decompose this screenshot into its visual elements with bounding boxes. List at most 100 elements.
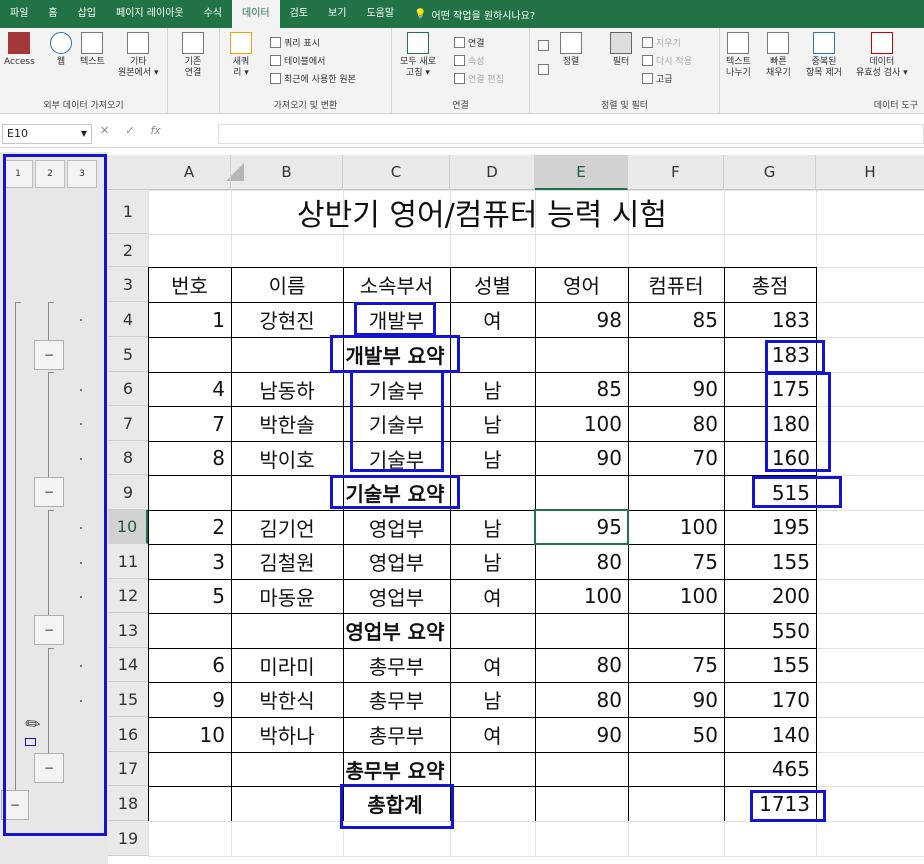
cell-G17[interactable]: 465	[724, 752, 816, 786]
cell-A12[interactable]: 5	[148, 579, 231, 613]
cell-D7[interactable]: 남	[450, 406, 535, 441]
edit-links-button[interactable]: 연결 편집	[454, 72, 504, 85]
cell-C10[interactable]: 영업부	[343, 510, 450, 544]
cell-B11[interactable]: 김철원	[231, 544, 343, 579]
cell-G4[interactable]: 183	[724, 302, 816, 337]
cell-A15[interactable]: 9	[148, 682, 231, 717]
cell-B14[interactable]: 미라미	[231, 648, 343, 682]
flash-fill-button[interactable]: 빠른 채우기	[766, 32, 791, 79]
header-english[interactable]: 영어	[535, 267, 628, 302]
row-header-8[interactable]: 8	[108, 441, 148, 475]
from-table-button[interactable]: 테이블에서	[270, 54, 325, 67]
cell-B16[interactable]: 박하나	[231, 717, 343, 752]
web-button[interactable]: 웹	[50, 32, 72, 68]
row-header-11[interactable]: 11	[108, 544, 148, 579]
row-header-16[interactable]: 16	[108, 717, 148, 752]
row-header-2[interactable]: 2	[108, 234, 148, 267]
properties-button[interactable]: 속성	[454, 54, 485, 67]
column-header-C[interactable]: C	[343, 155, 450, 190]
cell-D10[interactable]: 남	[450, 510, 535, 544]
cell-C15[interactable]: 총무부	[343, 682, 450, 717]
cell-F10[interactable]: 100	[628, 510, 724, 544]
row-header-10[interactable]: 10	[108, 510, 148, 544]
cell-A14[interactable]: 6	[148, 648, 231, 682]
sort-button[interactable]: 정렬	[560, 32, 582, 68]
recent-sources-button[interactable]: 최근에 사용한 원본	[270, 72, 356, 85]
cell-D8[interactable]: 남	[450, 441, 535, 475]
row-header-12[interactable]: 12	[108, 579, 148, 613]
cell-C11[interactable]: 영업부	[343, 544, 450, 579]
cell-E15[interactable]: 80	[535, 682, 628, 717]
chevron-down-icon[interactable]: ▼	[81, 125, 87, 143]
cell-E4[interactable]: 98	[535, 302, 628, 337]
refresh-all-button[interactable]: 모두 새로 고침 ▾	[400, 32, 436, 79]
access-button[interactable]: Access	[4, 32, 35, 68]
cell-F16[interactable]: 50	[628, 717, 724, 752]
cell-F6[interactable]: 90	[628, 372, 724, 406]
cell-B6[interactable]: 남동하	[231, 372, 343, 406]
column-header-D[interactable]: D	[450, 155, 535, 190]
cell-F8[interactable]: 70	[628, 441, 724, 475]
cell-F12[interactable]: 100	[628, 579, 724, 613]
connections-button[interactable]: 연결	[454, 36, 485, 49]
row-header-17[interactable]: 17	[108, 752, 148, 786]
row-header-9[interactable]: 9	[108, 475, 148, 510]
header-total[interactable]: 총점	[724, 267, 816, 302]
cell-F15[interactable]: 90	[628, 682, 724, 717]
cell-A7[interactable]: 7	[148, 406, 231, 441]
header-name[interactable]: 이름	[231, 267, 343, 302]
column-header-B[interactable]: B	[231, 155, 343, 190]
cell-E14[interactable]: 80	[535, 648, 628, 682]
row-header-13[interactable]: 13	[108, 613, 148, 648]
cell-A16[interactable]: 10	[148, 717, 231, 752]
cell-B7[interactable]: 박한솔	[231, 406, 343, 441]
sheet-title[interactable]: 상반기 영어/컴퓨터 능력 시험	[148, 190, 816, 234]
column-header-H[interactable]: H	[816, 155, 924, 190]
subtotal-label-general[interactable]: 총무부 요약	[231, 752, 559, 786]
cell-A6[interactable]: 4	[148, 372, 231, 406]
cancel-icon[interactable]: ✕	[100, 124, 109, 137]
cell-B10[interactable]: 김기언	[231, 510, 343, 544]
text-file-button[interactable]: 텍스트	[80, 32, 105, 68]
existing-connections-button[interactable]: 기존 연결	[182, 32, 204, 79]
advanced-filter-button[interactable]: 고급	[642, 72, 673, 85]
reapply-button[interactable]: 다시 적용	[642, 54, 692, 67]
cell-B8[interactable]: 박이호	[231, 441, 343, 475]
cell-D4[interactable]: 여	[450, 302, 535, 337]
data-validation-button[interactable]: 데이터 유효성 검사 ▾	[856, 32, 908, 79]
cell-G16[interactable]: 140	[724, 717, 816, 752]
tab-data[interactable]: 데이터	[232, 0, 280, 28]
cell-D14[interactable]: 여	[450, 648, 535, 682]
cell-A8[interactable]: 8	[148, 441, 231, 475]
cell-D11[interactable]: 남	[450, 544, 535, 579]
clear-filter-button[interactable]: 지우기	[642, 36, 681, 49]
cell-E8[interactable]: 90	[535, 441, 628, 475]
column-header-F[interactable]: F	[628, 155, 724, 190]
row-header-3[interactable]: 3	[108, 267, 148, 302]
new-query-button[interactable]: 새쿼 리 ▾	[230, 32, 252, 79]
row-header-1[interactable]: 1	[108, 190, 148, 234]
cell-D6[interactable]: 남	[450, 372, 535, 406]
show-query-button[interactable]: 쿼리 표시	[270, 36, 320, 49]
row-header-14[interactable]: 14	[108, 648, 148, 682]
text-to-columns-button[interactable]: 텍스트 나누기	[726, 32, 751, 79]
tab-insert[interactable]: 삽입	[68, 0, 106, 28]
formula-input[interactable]	[218, 124, 924, 144]
row-header-7[interactable]: 7	[108, 406, 148, 441]
sort-desc-button[interactable]	[538, 64, 549, 75]
tab-formulas[interactable]: 수식	[194, 0, 232, 28]
cell-A10[interactable]: 2	[148, 510, 231, 544]
fx-icon[interactable]: fx	[150, 124, 160, 137]
cell-E11[interactable]: 80	[535, 544, 628, 579]
cell-A11[interactable]: 3	[148, 544, 231, 579]
cell-F14[interactable]: 75	[628, 648, 724, 682]
cell-C14[interactable]: 총무부	[343, 648, 450, 682]
cell-C12[interactable]: 영업부	[343, 579, 450, 613]
other-sources-button[interactable]: 기타 원본에서 ▾	[118, 32, 159, 79]
sort-asc-button[interactable]	[538, 40, 549, 51]
header-computer[interactable]: 컴퓨터	[628, 267, 724, 302]
row-header-19[interactable]: 19	[108, 821, 148, 856]
column-header-A[interactable]: A	[148, 155, 231, 190]
column-header-G[interactable]: G	[724, 155, 816, 190]
cell-E12[interactable]: 100	[535, 579, 628, 613]
